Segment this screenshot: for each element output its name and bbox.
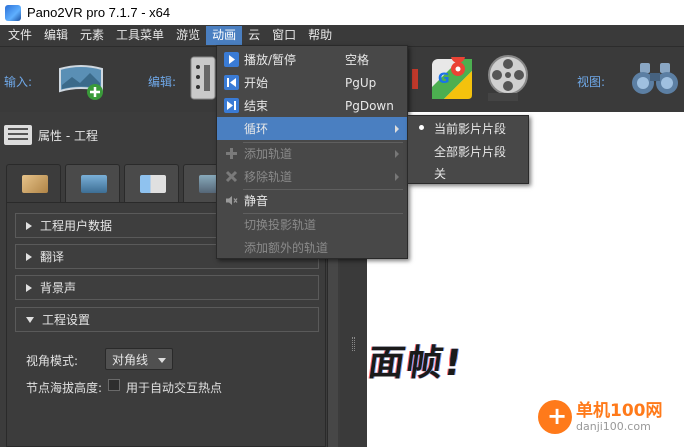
plus-icon — [224, 146, 239, 161]
view-label: 视图: — [577, 75, 606, 89]
menu-item-loop[interactable]: 循环 — [217, 117, 407, 140]
animation-menu: 播放/暂停 空格 开始 PgUp 结束 PgDown 循环 添加轨道 移除轨道 — [216, 45, 408, 259]
menu-item-label: 切换投影轨道 — [244, 218, 317, 232]
collapse-arrow-icon — [26, 316, 34, 323]
watermark-line2: danji100.com — [576, 419, 651, 433]
record-indicator — [410, 59, 420, 102]
project-icon — [22, 175, 48, 193]
skip-to-start-icon — [224, 75, 239, 90]
watermark-logo-icon — [538, 400, 572, 434]
tab-panorama[interactable] — [65, 164, 120, 202]
tab-user-data[interactable] — [124, 164, 179, 202]
film-reel-icon[interactable] — [484, 53, 536, 108]
expand-arrow-icon — [26, 221, 32, 230]
skip-to-end-icon — [224, 98, 239, 113]
menu-tools[interactable]: 工具菜单 — [110, 26, 170, 45]
menu-cloud[interactable]: 云 — [242, 26, 266, 45]
expand-arrow-icon — [26, 252, 32, 261]
speaker-mute-icon — [224, 193, 239, 208]
view-mode-value: 对角线 — [112, 352, 149, 367]
menu-item-start[interactable]: 开始 PgUp — [217, 71, 407, 94]
loop-submenu: 当前影片片段 全部影片片段 关 — [407, 115, 529, 184]
section-project-settings[interactable]: 工程设置 — [15, 307, 319, 332]
menu-elements[interactable]: 元素 — [74, 26, 110, 45]
menu-item-shortcut: 空格 — [345, 53, 370, 67]
menu-item-add-extra-track[interactable]: 添加额外的轨道 — [217, 236, 407, 259]
section-label: 翻译 — [40, 250, 65, 264]
remove-icon — [224, 169, 239, 184]
menu-item-shortcut: PgUp — [345, 75, 377, 90]
menu-item-remove-track[interactable]: 移除轨道 — [217, 165, 407, 188]
view-mode-select[interactable]: 对角线 — [105, 348, 173, 370]
section-label: 背景声 — [40, 281, 77, 295]
tab-project[interactable] — [6, 164, 61, 202]
menu-item-label: 移除轨道 — [244, 170, 293, 184]
menu-item-label: 循环 — [244, 122, 269, 136]
id-card-icon — [140, 175, 166, 193]
panorama-icon — [81, 175, 107, 193]
section-background-sound[interactable]: 背景声 — [15, 275, 319, 300]
auto-hotspot-checkbox[interactable] — [108, 379, 120, 391]
canvas-text: 面帧! — [367, 343, 466, 384]
input-label: 输入: — [4, 75, 33, 89]
chevron-down-icon — [158, 358, 166, 363]
menu-window[interactable]: 窗口 — [266, 26, 302, 45]
menu-item-add-track[interactable]: 添加轨道 — [217, 142, 407, 165]
splitter-grip-icon — [352, 337, 355, 351]
submenu-item-label: 全部影片片段 — [434, 144, 507, 159]
menu-item-label: 播放/暂停 — [244, 53, 297, 67]
window-title: Pano2VR pro 7.1.7 - x64 — [27, 5, 171, 20]
node-height-label: 节点海拔高度: — [26, 381, 103, 395]
watermark-line1: 单机100网 — [576, 400, 663, 421]
menu-item-mute[interactable]: 静音 — [217, 189, 407, 212]
sliders-icon — [4, 125, 32, 145]
binoculars-icon[interactable] — [630, 61, 680, 98]
menu-animation[interactable]: 动画 — [206, 26, 243, 45]
play-icon — [224, 52, 239, 67]
panel-title: 属性 - 工程 — [38, 128, 98, 143]
menu-tour[interactable]: 游览 — [170, 26, 206, 45]
menu-item-end[interactable]: 结束 PgDown — [217, 94, 407, 117]
menu-item-play-pause[interactable]: 播放/暂停 空格 — [217, 48, 407, 71]
loop-current-clip[interactable]: 当前影片片段 — [408, 117, 528, 139]
menu-item-label: 静音 — [244, 194, 269, 208]
section-label: 工程用户数据 — [40, 219, 113, 233]
menu-item-toggle-projection-track[interactable]: 切换投影轨道 — [217, 213, 407, 236]
submenu-item-label: 当前影片片段 — [434, 121, 507, 136]
title-bar: Pano2VR pro 7.1.7 - x64 — [0, 0, 684, 25]
submenu-arrow-icon — [395, 150, 399, 158]
loop-all-clips[interactable]: 全部影片片段 — [408, 140, 528, 162]
submenu-arrow-icon — [395, 173, 399, 181]
svg-text:G: G — [438, 71, 450, 87]
submenu-arrow-icon — [395, 125, 399, 133]
watermark: 单机100网 danji100.com — [538, 400, 663, 434]
expand-arrow-icon — [26, 283, 32, 292]
menu-item-label: 结束 — [244, 99, 269, 113]
viewpoint-editor-icon[interactable] — [190, 55, 216, 104]
menu-item-label: 添加轨道 — [244, 147, 293, 161]
menu-item-shortcut: PgDown — [345, 98, 394, 113]
menu-item-label: 开始 — [244, 76, 269, 90]
submenu-item-label: 关 — [434, 166, 447, 181]
app-logo-icon — [5, 4, 21, 21]
section-label: 工程设置 — [42, 313, 91, 327]
add-panorama-icon[interactable] — [58, 59, 104, 104]
menu-item-label: 添加额外的轨道 — [244, 241, 329, 255]
edit-label: 编辑: — [148, 75, 177, 89]
menu-bar: 文件 编辑 元素 工具菜单 游览 动画 云 窗口 帮助 — [0, 25, 684, 46]
menu-edit[interactable]: 编辑 — [38, 26, 74, 45]
radio-selected-icon — [419, 125, 424, 130]
loop-off[interactable]: 关 — [408, 162, 528, 184]
google-maps-icon[interactable]: G — [430, 49, 474, 104]
property-tabs — [6, 164, 242, 202]
menu-help[interactable]: 帮助 — [302, 26, 338, 45]
auto-hotspot-label: 用于自动交互热点 — [126, 381, 223, 395]
view-mode-label: 视角模式: — [26, 354, 79, 368]
menu-file[interactable]: 文件 — [2, 26, 38, 45]
